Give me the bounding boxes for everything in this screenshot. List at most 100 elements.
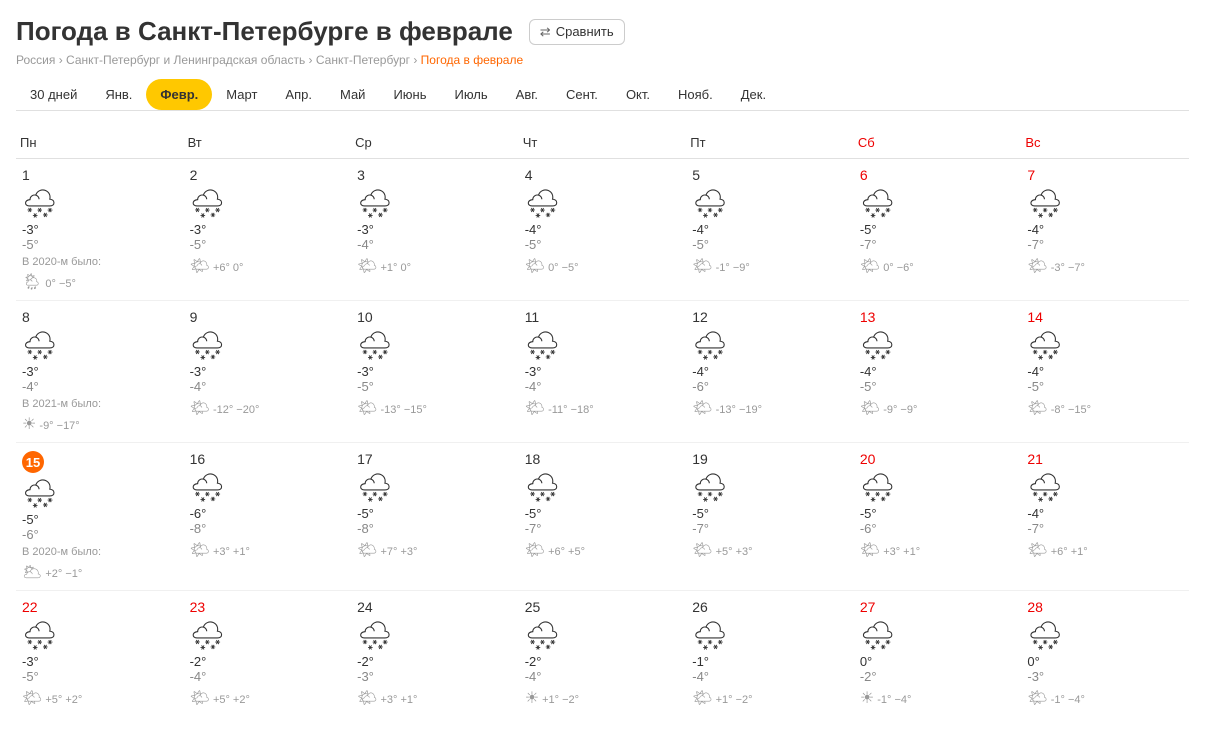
day-cell-26[interactable]: 26🌨-1°-4°🌤 +1° −2°	[686, 591, 854, 717]
temp-low: -7°	[692, 521, 709, 536]
prev-temps: -12° −20°	[213, 404, 259, 416]
temp-low: -4°	[692, 669, 709, 684]
temp-high: -5°	[357, 506, 374, 521]
prev-icon: 🌤	[525, 400, 545, 417]
temp-high: -4°	[692, 222, 709, 237]
weather-icon-day-18: 🌨	[525, 471, 681, 504]
day-cell-6[interactable]: 6🌨-5°-7°🌤 0° −6°	[854, 159, 1022, 301]
month-tab-окт[interactable]: Окт.	[612, 79, 664, 110]
prev-year-info-3: 🌤 +1° 0°	[357, 256, 513, 276]
weather-icon-day-4: 🌨	[525, 187, 681, 220]
day-cell-8[interactable]: 8🌨-3°-4°В 2021-м было:☀ -9° −17°	[16, 301, 184, 443]
month-tab-май[interactable]: Май	[326, 79, 379, 110]
prev-year-info-25: ☀ +1° −2°	[525, 688, 681, 708]
month-tab-февр[interactable]: Февр.	[146, 79, 212, 110]
day-cell-3[interactable]: 3🌨-3°-4°🌤 +1° 0°	[351, 159, 519, 301]
today-badge: 15	[22, 451, 44, 473]
prev-temps: -1° −9°	[716, 262, 750, 274]
month-tab-март[interactable]: Март	[212, 79, 271, 110]
weather-icon-day-6: 🌨	[860, 187, 1016, 220]
day-number-22: 22	[22, 599, 178, 615]
month-tab-нояб[interactable]: Нояб.	[664, 79, 727, 110]
day-cell-22[interactable]: 22🌨-3°-5°🌤 +5° +2°	[16, 591, 184, 717]
day-cell-10[interactable]: 10🌨-3°-5°🌤 -13° −15°	[351, 301, 519, 443]
prev-temps: -11° −18°	[548, 404, 594, 416]
prev-temps: +6° 0°	[213, 262, 244, 274]
breadcrumb-city[interactable]: Санкт-Петербург	[316, 53, 410, 67]
temps-day-3: -3°-4°	[357, 222, 513, 252]
day-cell-25[interactable]: 25🌨-2°-4°☀ +1° −2°	[519, 591, 687, 717]
day-cell-20[interactable]: 20🌨-5°-6°🌤 +3° +1°	[854, 443, 1022, 591]
temp-low: -7°	[1027, 237, 1044, 252]
month-tab-сент[interactable]: Сент.	[552, 79, 612, 110]
temps-day-7: -4°-7°	[1027, 222, 1183, 252]
day-cell-27[interactable]: 27🌨0°-2°☀ -1° −4°	[854, 591, 1022, 717]
day-cell-23[interactable]: 23🌨-2°-4°🌤 +5° +2°	[184, 591, 352, 717]
breadcrumb-russia[interactable]: Россия	[16, 53, 55, 67]
prev-year-info-14: 🌤 -8° −15°	[1027, 398, 1183, 418]
temp-low: -5°	[22, 669, 39, 684]
temp-low: -5°	[692, 237, 709, 252]
day-cell-9[interactable]: 9🌨-3°-4°🌤 -12° −20°	[184, 301, 352, 443]
prev-year-info-26: 🌤 +1° −2°	[692, 688, 848, 708]
day-cell-14[interactable]: 14🌨-4°-5°🌤 -8° −15°	[1021, 301, 1189, 443]
weather-icon-day-7: 🌨	[1027, 187, 1183, 220]
temp-high: -1°	[692, 654, 709, 669]
temp-low: -5°	[22, 237, 39, 252]
month-tab-авг[interactable]: Авг.	[502, 79, 552, 110]
compare-button[interactable]: ⇄ Сравнить	[529, 19, 625, 45]
breadcrumb-region[interactable]: Санкт-Петербург и Ленинградская область	[66, 53, 305, 67]
prev-temps: +7° +3°	[381, 546, 418, 558]
month-tab-30 дней[interactable]: 30 дней	[16, 79, 91, 110]
prev-icon: 🌤	[1027, 542, 1047, 559]
temp-high: 0°	[860, 654, 872, 669]
day-cell-19[interactable]: 19🌨-5°-7°🌤 +5° +3°	[686, 443, 854, 591]
day-cell-28[interactable]: 28🌨0°-3°🌤 -1° −4°	[1021, 591, 1189, 717]
prev-temps: -1° −4°	[1051, 694, 1085, 706]
prev-icon: 🌤	[357, 400, 377, 417]
day-cell-2[interactable]: 2🌨-3°-5°🌤 +6° 0°	[184, 159, 352, 301]
month-tab-июнь[interactable]: Июнь	[379, 79, 440, 110]
temp-low: -4°	[525, 669, 542, 684]
temp-low: -2°	[860, 669, 877, 684]
temp-low: -7°	[525, 521, 542, 536]
weekday-header-пн: Пн	[16, 127, 184, 159]
month-tab-июль[interactable]: Июль	[440, 79, 501, 110]
prev-year-info-27: ☀ -1° −4°	[860, 688, 1016, 708]
day-cell-15[interactable]: 15🌨-5°-6°В 2020-м было:🌥 +2° −1°	[16, 443, 184, 591]
day-cell-17[interactable]: 17🌨-5°-8°🌤 +7° +3°	[351, 443, 519, 591]
day-number-8: 8	[22, 309, 178, 325]
day-cell-12[interactable]: 12🌨-4°-6°🌤 -13° −19°	[686, 301, 854, 443]
day-number-17: 17	[357, 451, 513, 467]
prev-temps: -8° −15°	[1051, 404, 1091, 416]
day-cell-5[interactable]: 5🌨-4°-5°🌤 -1° −9°	[686, 159, 854, 301]
prev-temps: 0° −6°	[883, 262, 914, 274]
day-cell-4[interactable]: 4🌨-4°-5°🌤 0° −5°	[519, 159, 687, 301]
day-cell-16[interactable]: 16🌨-6°-8°🌤 +3° +1°	[184, 443, 352, 591]
day-number-9: 9	[190, 309, 346, 325]
prev-temps: 0° −5°	[45, 278, 76, 290]
prev-icon: ☀	[860, 690, 874, 707]
month-tab-апр[interactable]: Апр.	[271, 79, 326, 110]
prev-icon: 🌤	[692, 258, 712, 275]
day-cell-11[interactable]: 11🌨-3°-4°🌤 -11° −18°	[519, 301, 687, 443]
temp-high: -4°	[1027, 222, 1044, 237]
temps-day-4: -4°-5°	[525, 222, 681, 252]
day-cell-18[interactable]: 18🌨-5°-7°🌤 +6° +5°	[519, 443, 687, 591]
day-cell-7[interactable]: 7🌨-4°-7°🌤 -3° −7°	[1021, 159, 1189, 301]
day-cell-24[interactable]: 24🌨-2°-3°🌤 +3° +1°	[351, 591, 519, 717]
month-tab-янв[interactable]: Янв.	[91, 79, 146, 110]
day-number-4: 4	[525, 167, 681, 183]
weather-icon-day-9: 🌨	[190, 329, 346, 362]
temp-high: -5°	[860, 506, 877, 521]
day-number-6: 6	[860, 167, 1016, 183]
day-cell-13[interactable]: 13🌨-4°-5°🌤 -9° −9°	[854, 301, 1022, 443]
temp-high: -5°	[22, 512, 39, 527]
temps-day-26: -1°-4°	[692, 654, 848, 684]
prev-icon: 🌤	[860, 258, 880, 275]
temp-low: -5°	[860, 379, 877, 394]
prev-temps: +5° +2°	[213, 694, 250, 706]
month-tab-дек[interactable]: Дек.	[727, 79, 780, 110]
day-cell-21[interactable]: 21🌨-4°-7°🌤 +6° +1°	[1021, 443, 1189, 591]
day-cell-1[interactable]: 1🌨-3°-5°В 2020-м было:🌦 0° −5°	[16, 159, 184, 301]
